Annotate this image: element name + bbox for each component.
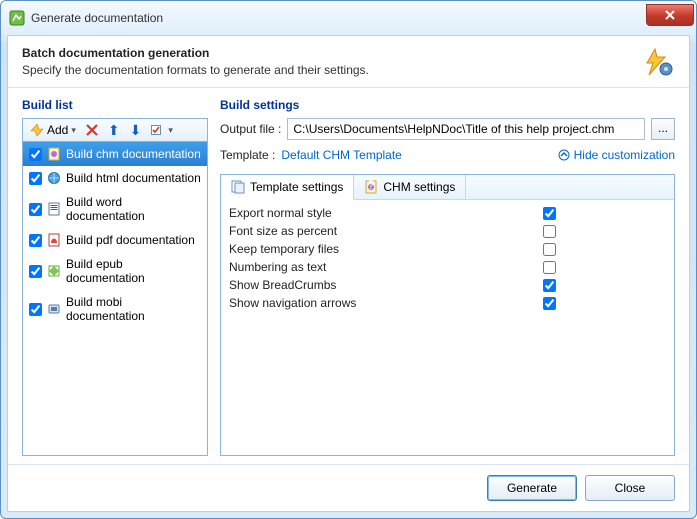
build-list-title: Build list <box>22 98 208 112</box>
tab-chm-settings[interactable]: ? CHM settings <box>354 175 466 199</box>
option-row: Export normal style <box>229 204 666 222</box>
build-settings-title: Build settings <box>220 98 675 112</box>
option-checkbox[interactable] <box>543 225 556 238</box>
hide-customization-link[interactable]: Hide customization <box>558 148 675 162</box>
window-title: Generate documentation <box>31 11 163 25</box>
option-checkbox[interactable] <box>543 261 556 274</box>
check-all-button[interactable]: ▾ <box>148 123 176 137</box>
option-label: Show navigation arrows <box>229 296 543 310</box>
list-item[interactable]: Build epub documentation <box>23 252 207 290</box>
format-icon <box>47 171 61 185</box>
list-item[interactable]: Build word documentation <box>23 190 207 228</box>
option-row: Keep temporary files <box>229 240 666 258</box>
list-item-label: Build chm documentation <box>66 147 201 161</box>
option-row: Font size as percent <box>229 222 666 240</box>
svg-text:?: ? <box>368 180 375 192</box>
lightning-gear-icon <box>641 47 675 77</box>
option-row: Numbering as text <box>229 258 666 276</box>
chm-icon: ? <box>364 180 378 194</box>
browse-button[interactable]: ... <box>651 118 675 140</box>
header-subtitle: Specify the documentation formats to gen… <box>22 63 369 77</box>
template-icon <box>231 180 245 194</box>
move-up-button[interactable]: ⬆ <box>105 122 123 138</box>
template-settings-panel: Export normal style Font size as percent K… <box>221 200 674 455</box>
option-row: Show BreadCrumbs <box>229 276 666 294</box>
dialog-window: Generate documentation Batch documentati… <box>0 0 697 519</box>
list-item-label: Build epub documentation <box>66 257 201 285</box>
collapse-icon <box>558 149 570 161</box>
list-item-checkbox[interactable] <box>29 234 42 247</box>
list-item[interactable]: Build mobi documentation <box>23 290 207 328</box>
format-icon <box>47 233 61 247</box>
list-item-checkbox[interactable] <box>29 148 42 161</box>
format-icon <box>47 202 61 216</box>
tab-template-settings[interactable]: Template settings <box>221 175 354 200</box>
client-area: Batch documentation generation Specify t… <box>7 35 690 512</box>
app-icon <box>9 10 25 26</box>
add-button[interactable]: Add ▾ <box>27 122 79 138</box>
list-item-label: Build pdf documentation <box>66 233 195 247</box>
option-label: Keep temporary files <box>229 242 543 256</box>
format-icon <box>47 264 61 278</box>
list-item[interactable]: Build html documentation <box>23 166 207 190</box>
format-icon <box>47 302 61 316</box>
build-list-toolbar: Add ▾ ⬆ ⬇ ▾ <box>22 118 208 141</box>
list-item-label: Build html documentation <box>66 171 201 185</box>
close-button[interactable]: Close <box>585 475 675 501</box>
template-link[interactable]: Default CHM Template <box>281 148 402 162</box>
add-button-label: Add <box>47 123 68 137</box>
list-item-checkbox[interactable] <box>29 265 42 278</box>
output-file-input[interactable] <box>287 118 645 140</box>
option-checkbox[interactable] <box>543 279 556 292</box>
option-checkbox[interactable] <box>543 297 556 310</box>
header-title: Batch documentation generation <box>22 46 369 60</box>
list-item-checkbox[interactable] <box>29 203 42 216</box>
settings-tabs: Template settings ? CHM settings Export … <box>220 174 675 456</box>
move-down-button[interactable]: ⬇ <box>127 122 145 138</box>
header: Batch documentation generation Specify t… <box>8 36 689 88</box>
template-label: Template : <box>220 148 275 162</box>
option-label: Font size as percent <box>229 224 543 238</box>
option-label: Export normal style <box>229 206 543 220</box>
format-icon <box>47 147 61 161</box>
list-item-label: Build mobi documentation <box>66 295 201 323</box>
option-checkbox[interactable] <box>543 243 556 256</box>
list-item[interactable]: Build pdf documentation <box>23 228 207 252</box>
list-item-checkbox[interactable] <box>29 172 42 185</box>
output-file-label: Output file : <box>220 122 281 136</box>
list-item-label: Build word documentation <box>66 195 201 223</box>
titlebar[interactable]: Generate documentation <box>1 1 696 35</box>
list-item[interactable]: Build chm documentation <box>23 142 207 166</box>
list-item-checkbox[interactable] <box>29 303 42 316</box>
build-list[interactable]: Build chm documentation Build html docume… <box>22 141 208 456</box>
option-row: Show navigation arrows <box>229 294 666 312</box>
generate-button[interactable]: Generate <box>487 475 577 501</box>
delete-button[interactable] <box>83 123 101 137</box>
dialog-footer: Generate Close <box>8 464 689 511</box>
option-checkbox[interactable] <box>543 207 556 220</box>
close-window-button[interactable] <box>646 4 694 26</box>
option-label: Numbering as text <box>229 260 543 274</box>
option-label: Show BreadCrumbs <box>229 278 543 292</box>
